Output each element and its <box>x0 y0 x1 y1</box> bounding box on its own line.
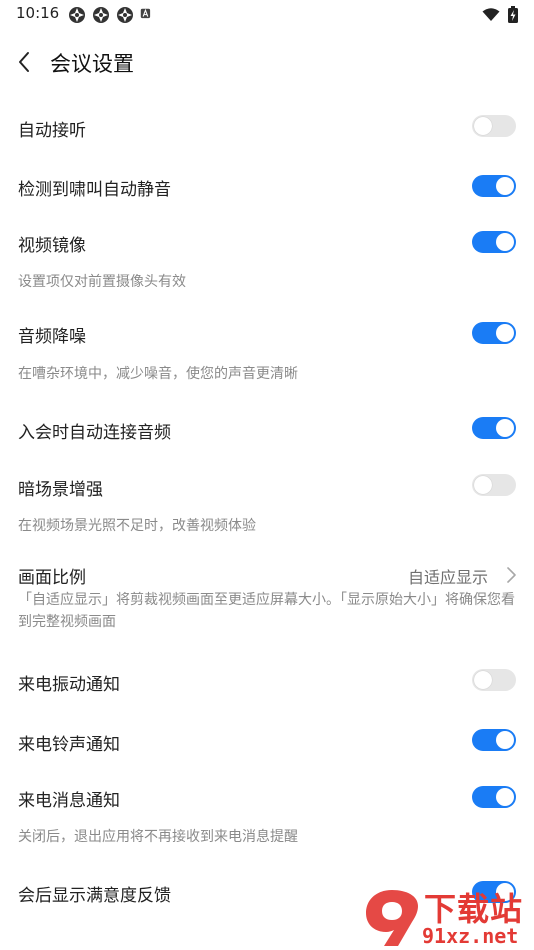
wifi-icon <box>482 7 500 21</box>
toggle-knob <box>496 324 514 342</box>
low-light-toggle[interactable] <box>472 474 516 496</box>
howl-mute-label: 检测到啸叫自动静音 <box>18 180 171 200</box>
toggle-knob <box>496 177 514 195</box>
watermark-logo-icon <box>366 890 418 946</box>
auto-audio-toggle[interactable] <box>472 417 516 439</box>
audio-denoise-toggle[interactable] <box>472 322 516 344</box>
call-message-toggle[interactable] <box>472 786 516 808</box>
low-light-label: 暗场景增强 <box>18 480 103 500</box>
watermark: 下载站 91xz.net <box>362 880 534 950</box>
app-notification-icon <box>93 7 109 23</box>
satisfaction-label: 会后显示满意度反馈 <box>18 886 171 906</box>
call-message-label: 来电消息通知 <box>18 791 120 811</box>
notification-icons <box>68 6 154 24</box>
aspect-ratio-value[interactable]: 自适应显示 <box>408 564 488 588</box>
auto-answer-label: 自动接听 <box>18 121 86 141</box>
toggle-knob <box>474 476 492 494</box>
auto-answer-toggle[interactable] <box>472 115 516 137</box>
toggle-knob <box>496 731 514 749</box>
toggle-knob <box>496 788 514 806</box>
toggle-knob <box>496 233 514 251</box>
system-icons <box>482 6 518 23</box>
app-notification-icon <box>69 7 85 23</box>
auto-audio-label: 入会时自动连接音频 <box>18 423 171 443</box>
header: 会议设置 <box>0 38 534 86</box>
toggle-knob <box>496 419 514 437</box>
call-message-desc: 关闭后，退出应用将不再接收到来电消息提醒 <box>18 829 298 845</box>
call-ring-label: 来电铃声通知 <box>18 735 120 755</box>
aspect-ratio-label[interactable]: 画面比例 <box>18 563 86 588</box>
audio-denoise-desc: 在嘈杂环境中，减少噪音，使您的声音更清晰 <box>18 366 298 382</box>
call-vibrate-toggle[interactable] <box>472 669 516 691</box>
font-a-icon <box>140 8 151 19</box>
app-notification-icon <box>117 7 133 23</box>
back-button[interactable] <box>10 46 38 78</box>
aspect-ratio-desc: 「自适应显示」将剪裁视频画面至更适应屏幕大小。「显示原始大小」将确保您看到完整视… <box>18 592 515 630</box>
toggle-knob <box>474 117 492 135</box>
call-vibrate-label: 来电振动通知 <box>18 675 120 695</box>
video-mirror-label: 视频镜像 <box>18 236 86 256</box>
status-time: 10:16 <box>16 4 60 22</box>
audio-denoise-label: 音频降噪 <box>18 327 86 347</box>
battery-charging-icon <box>508 6 518 23</box>
chevron-right-icon[interactable] <box>504 567 518 583</box>
low-light-desc: 在视频场景光照不足时，改善视频体验 <box>18 518 256 534</box>
video-mirror-desc: 设置项仅对前置摄像头有效 <box>18 274 186 290</box>
status-bar: 10:16 <box>0 0 534 28</box>
video-mirror-toggle[interactable] <box>472 231 516 253</box>
howl-mute-toggle[interactable] <box>472 175 516 197</box>
call-ring-toggle[interactable] <box>472 729 516 751</box>
watermark-url: 91xz.net <box>422 924 519 948</box>
toggle-knob <box>474 671 492 689</box>
page-title: 会议设置 <box>50 52 134 76</box>
chevron-left-icon <box>19 52 29 72</box>
